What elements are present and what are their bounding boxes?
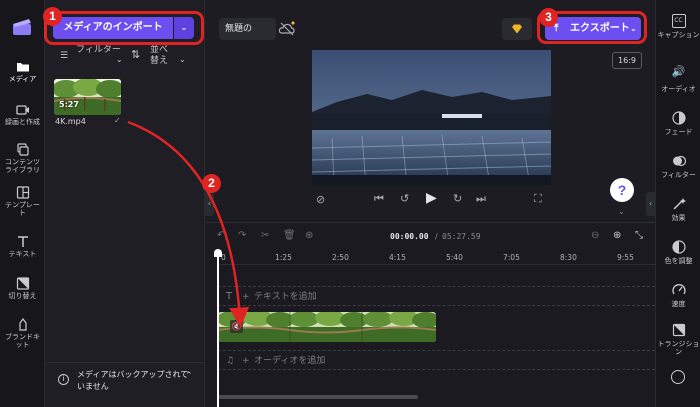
annotation-arrow [127,120,250,328]
